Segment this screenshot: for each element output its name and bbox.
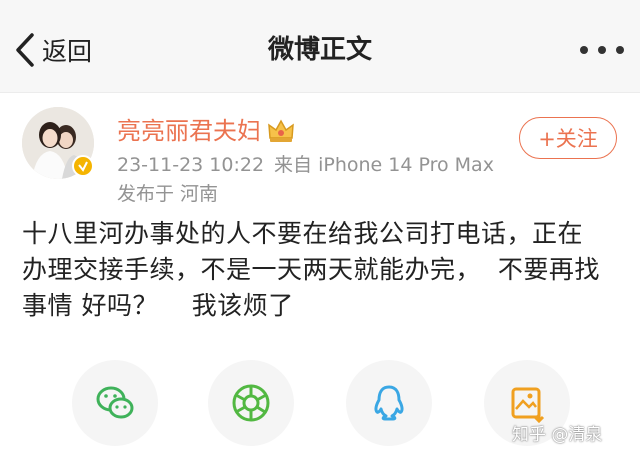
share-wechat-button[interactable]: [72, 360, 158, 446]
username-text: 亮亮丽君夫妇: [117, 117, 261, 145]
location-name: 河南: [180, 183, 219, 205]
share-moments-button[interactable]: [208, 360, 294, 446]
post-line: 十八里河办事处的人不要在给我公司打电话，正在: [22, 219, 584, 248]
post-meta: 23-11-23 10:22 来自 iPhone 14 Pro Max: [117, 152, 494, 178]
post-timestamp: 23-11-23 10:22: [117, 154, 265, 176]
follow-button[interactable]: +关注: [519, 117, 617, 159]
save-image-icon: [511, 387, 545, 424]
post-source: 来自 iPhone 14 Pro Max: [274, 154, 494, 176]
vip-crown-icon: [267, 118, 295, 144]
post-line: 事情 好吗？ 我该烦了: [22, 291, 294, 320]
verified-badge-icon: [72, 155, 94, 177]
post-location: 发布于 河南: [117, 181, 218, 207]
wechat-icon: [96, 386, 134, 419]
post-line: 办理交接手续，不是一天两天就能办完， 不要再找: [22, 255, 600, 284]
dot-icon: [580, 46, 588, 54]
moments-icon: [232, 384, 270, 422]
qq-icon: [374, 385, 404, 421]
post-content: 十八里河办事处的人不要在给我公司打电话，正在 办理交接手续，不是一天两天就能办完…: [22, 216, 622, 324]
nav-divider: [0, 92, 640, 93]
dot-icon: [616, 46, 624, 54]
more-options-button[interactable]: [580, 40, 624, 60]
dot-icon: [598, 46, 606, 54]
page-title: 微博正文: [267, 35, 372, 65]
username-link[interactable]: 亮亮丽君夫妇: [117, 115, 295, 147]
location-prefix: 发布于: [117, 183, 175, 205]
watermark: 知乎 @清泉: [512, 425, 603, 445]
share-qq-button[interactable]: [346, 360, 432, 446]
top-nav-bar: 返回 微博正文: [0, 0, 640, 92]
